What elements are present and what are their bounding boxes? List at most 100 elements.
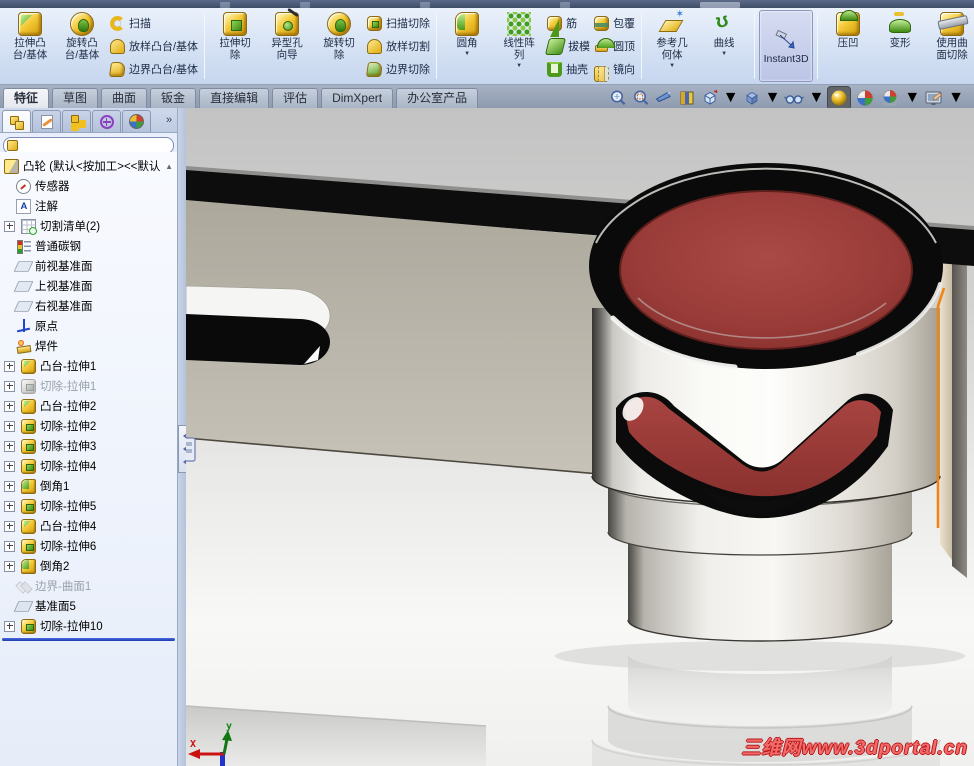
rib-button[interactable]: 筋 — [547, 13, 590, 37]
tree-item-cut-extrude4[interactable]: 切除-拉伸4 — [0, 456, 177, 476]
dropdown-arrow-icon[interactable]: ▼ — [721, 51, 727, 57]
expand-icon[interactable] — [4, 540, 15, 552]
displaymanager-tab[interactable] — [122, 110, 151, 132]
view-settings-icon[interactable] — [879, 87, 901, 109]
expand-icon[interactable] — [4, 380, 15, 392]
view-orientation-icon[interactable] — [700, 88, 720, 108]
section-view-icon[interactable] — [677, 88, 697, 108]
tree-item-cut-extrude10[interactable]: 切除-拉伸10 — [0, 616, 177, 636]
dropdown-arrow-icon[interactable]: ▼ — [765, 89, 781, 107]
draft-button[interactable]: 拔模 — [544, 36, 590, 56]
featuremanager-tab[interactable] — [2, 110, 31, 132]
dropdown-arrow-icon[interactable]: ▼ — [948, 89, 964, 107]
lofted-boss-button[interactable]: 放样凸台/基体 — [110, 36, 198, 56]
hide-show-items-icon[interactable] — [783, 88, 805, 108]
tree-item-boss-extrude2[interactable]: 凸台-拉伸2 — [0, 396, 177, 416]
display-style-icon[interactable] — [742, 88, 762, 108]
expand-icon[interactable] — [4, 520, 15, 532]
swept-boss-button[interactable]: 扫描 — [110, 13, 198, 33]
lofted-cut-button[interactable]: 放样切割 — [367, 36, 430, 56]
tree-item-origin[interactable]: 原点 — [0, 316, 177, 336]
dropdown-arrow-icon[interactable]: ▼ — [464, 51, 470, 57]
zoom-to-area-icon[interactable] — [631, 88, 651, 108]
cylinder-red-bore[interactable] — [619, 190, 913, 350]
expand-icon[interactable] — [4, 440, 15, 452]
tree-item-weldment[interactable]: 焊件 — [0, 336, 177, 356]
expand-icon[interactable] — [4, 500, 15, 512]
expand-icon[interactable] — [4, 560, 15, 572]
revolved-cut-button[interactable]: 旋转切 除 — [313, 10, 365, 82]
tree-item-plane5[interactable]: 基准面5 — [0, 596, 177, 616]
expand-icon[interactable] — [4, 460, 15, 472]
curves-button[interactable]: 曲线 ▼ — [698, 10, 750, 82]
tab-evaluate[interactable]: 评估 — [272, 88, 319, 108]
extruded-boss-button[interactable]: 拉伸凸 台/基体 — [4, 10, 56, 82]
tree-root-part[interactable]: 凸轮 (默认<按加工><<默认 ▲ — [0, 156, 177, 176]
reference-geometry-button[interactable]: 参考几 何体 ▼ — [646, 9, 698, 82]
instant3d-button[interactable]: Instant3D — [759, 10, 814, 82]
tab-office-products[interactable]: 办公室产品 — [396, 88, 479, 108]
tree-item-cut-extrude3[interactable]: 切除-拉伸3 — [0, 436, 177, 456]
tree-item-material[interactable]: 普通碳钢 — [0, 236, 177, 256]
apply-appearance-icon[interactable] — [827, 86, 852, 110]
apply-scene-icon[interactable] — [854, 87, 876, 109]
tree-item-cut-extrude5[interactable]: 切除-拉伸5 — [0, 496, 177, 516]
tree-scroll-up-arrow[interactable]: ▲ — [165, 162, 173, 171]
slot-cut[interactable] — [186, 285, 331, 365]
expand-icon[interactable] — [4, 360, 15, 372]
tree-item-boss-extrude4[interactable]: 凸台-拉伸4 — [0, 516, 177, 536]
dropdown-arrow-icon[interactable]: ▼ — [904, 89, 920, 107]
expand-icon[interactable] — [4, 420, 15, 432]
dropdown-arrow-icon[interactable]: ▼ — [808, 89, 824, 107]
zoom-to-fit-icon[interactable] — [608, 88, 628, 108]
tab-direct-editing[interactable]: 直接编辑 — [199, 88, 270, 108]
indent-button[interactable]: 压凹 — [822, 10, 874, 82]
expand-icon[interactable] — [4, 480, 15, 492]
tree-item-front-plane[interactable]: 前视基准面 — [0, 256, 177, 276]
deform-button[interactable]: 变形 — [874, 10, 926, 82]
swept-cut-button[interactable]: 扫描切除 — [367, 13, 430, 33]
tree-item-annotations[interactable]: 注解 — [0, 196, 177, 216]
view-previous-icon[interactable] — [654, 88, 674, 108]
tree-item-chamfer2[interactable]: 倒角2 — [0, 556, 177, 576]
fillet-button[interactable]: 圆角 ▼ — [441, 10, 493, 82]
propertymanager-tab[interactable] — [32, 110, 61, 132]
boundary-boss-button[interactable]: 边界凸台/基体 — [108, 59, 198, 79]
rollback-bar[interactable] — [2, 638, 175, 641]
tab-features[interactable]: 特征 — [3, 88, 50, 108]
configurationmanager-tab[interactable] — [62, 110, 91, 132]
tab-dimxpert[interactable]: DimXpert — [321, 88, 394, 108]
cut-with-surface-button[interactable]: 使用曲 面切除 — [926, 10, 974, 82]
hole-wizard-button[interactable]: 异型孔 向导 — [261, 10, 313, 82]
dimxpertmanager-tab[interactable] — [92, 110, 121, 132]
tree-item-cutlist[interactable]: 切割清单(2) — [0, 216, 177, 236]
graphics-area[interactable]: X y 三维网www.3dportal.cn — [186, 108, 974, 766]
tab-sketch[interactable]: 草图 — [52, 88, 99, 108]
panel-tabs-overflow-chevron[interactable]: » — [166, 114, 172, 126]
model-scene[interactable]: X y — [186, 108, 974, 766]
tab-sheetmetal[interactable]: 钣金 — [150, 88, 197, 108]
dropdown-arrow-icon[interactable]: ▼ — [723, 89, 739, 107]
tree-item-cut-extrude6[interactable]: 切除-拉伸6 — [0, 536, 177, 556]
edit-appearance-icon[interactable] — [923, 88, 945, 108]
tree-item-boss-extrude1[interactable]: 凸台-拉伸1 — [0, 356, 177, 376]
tree-item-sensors[interactable]: 传感器 — [0, 176, 177, 196]
tree-item-cut-extrude1-suppressed[interactable]: 切除-拉伸1 — [0, 376, 177, 396]
wrap-button[interactable]: 包覆 — [594, 13, 635, 33]
tree-item-boundary-surface1-suppressed[interactable]: 边界-曲面1 — [0, 576, 177, 596]
cylinder-top-rim[interactable] — [589, 163, 943, 370]
dropdown-arrow-icon[interactable]: ▼ — [516, 63, 522, 69]
dropdown-arrow-icon[interactable]: ▼ — [669, 63, 675, 69]
revolved-boss-button[interactable]: 旋转凸 台/基体 — [56, 10, 108, 82]
linear-pattern-button[interactable]: 线性阵 列 ▼ — [493, 10, 545, 82]
tree-item-right-plane[interactable]: 右视基准面 — [0, 296, 177, 316]
tree-item-chamfer1[interactable]: 倒角1 — [0, 476, 177, 496]
shell-button[interactable]: 抽壳 — [547, 59, 590, 79]
boundary-cut-button[interactable]: 边界切除 — [366, 59, 430, 79]
expand-icon[interactable] — [4, 400, 15, 412]
extruded-cut-button[interactable]: 拉伸切 除 — [209, 10, 261, 82]
expand-icon[interactable] — [4, 620, 15, 632]
dome-button[interactable]: 圆顶 — [594, 36, 635, 56]
tree-item-cut-extrude2[interactable]: 切除-拉伸2 — [0, 416, 177, 436]
mirror-button[interactable]: 镜向 — [594, 59, 635, 82]
